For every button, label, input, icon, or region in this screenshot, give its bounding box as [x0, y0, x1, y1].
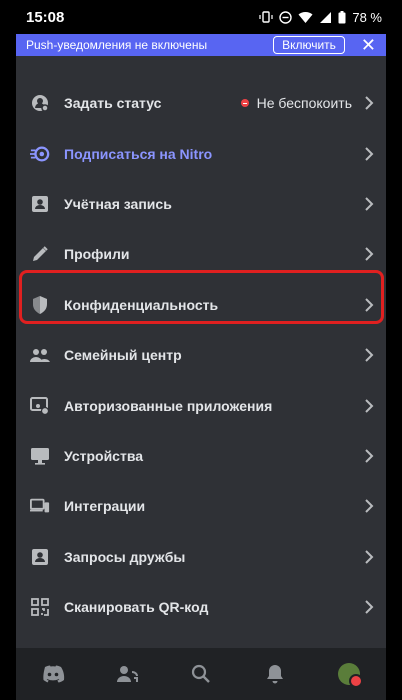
- menu-item-integrations[interactable]: Интеграции: [16, 481, 386, 531]
- tab-profile[interactable]: [329, 654, 369, 694]
- menu-item-label: Запросы дружбы: [64, 548, 186, 565]
- shield-icon: [30, 295, 50, 315]
- settings-screen: Push-уведомления не включены Включить ✕ …: [16, 34, 386, 700]
- chevron-right-icon: [365, 247, 374, 262]
- chevron-right-icon: [365, 96, 374, 110]
- friends-icon: [117, 666, 138, 682]
- menu-item-scan-qr[interactable]: Сканировать QR-код: [16, 582, 386, 632]
- menu-item-label: Сканировать QR-код: [64, 599, 209, 616]
- chevron-right-icon: [365, 549, 374, 564]
- notification-banner: Push-уведомления не включены Включить ✕: [16, 34, 386, 56]
- menu-item-label: Задать статус: [64, 95, 162, 112]
- tab-search[interactable]: [181, 654, 221, 694]
- discord-icon: [43, 665, 65, 683]
- banner-message: Push-уведомления не включены: [26, 38, 208, 52]
- menu-item-family-center[interactable]: Семейный центр: [16, 330, 386, 380]
- close-icon[interactable]: ✕: [361, 36, 376, 54]
- menu-item-label: Интеграции: [64, 498, 146, 515]
- menu-item-nitro[interactable]: Подписаться на Nitro: [16, 128, 386, 178]
- tab-home[interactable]: [33, 654, 73, 694]
- chevron-right-icon: [365, 348, 374, 362]
- status-value: Не беспокоить: [256, 95, 352, 112]
- battery-icon: [338, 10, 346, 23]
- bottom-tab-bar: [16, 648, 386, 700]
- menu-item-label: Устройства: [64, 447, 144, 464]
- status-time: 15:08: [26, 8, 65, 26]
- menu-item-devices[interactable]: Устройства: [16, 431, 386, 481]
- chevron-right-icon: [365, 398, 374, 413]
- tab-notifications[interactable]: [255, 654, 295, 694]
- menu-item-label: Профили: [64, 246, 130, 263]
- search-icon: [191, 664, 210, 683]
- wifi-icon: [298, 11, 313, 23]
- bell-icon: [267, 665, 283, 684]
- menu-item-label: Авторизованные приложения: [64, 397, 273, 414]
- family-icon: [30, 345, 50, 365]
- menu-item-friend-requests[interactable]: Запросы дружбы: [16, 532, 386, 582]
- chevron-right-icon: [365, 600, 374, 614]
- menu-item-account[interactable]: Учётная запись: [16, 179, 386, 229]
- menu-item-label: Конфиденциальность: [64, 296, 219, 313]
- monitor-icon: [30, 446, 50, 466]
- dnd-icon: [240, 99, 249, 108]
- menu-item-label: Учётная запись: [64, 195, 172, 212]
- frame-right: [386, 0, 402, 700]
- chevron-right-icon: [365, 298, 374, 312]
- status-bar: 15:08 78 %: [0, 0, 402, 34]
- signal-icon: [320, 11, 332, 23]
- menu-item-label: Подписаться на Nitro: [64, 145, 213, 162]
- chevron-right-icon: [365, 449, 374, 463]
- chevron-right-icon: [365, 499, 374, 514]
- pencil-icon: [30, 244, 50, 264]
- menu-item-authorized-apps[interactable]: Авторизованные приложения: [16, 380, 386, 430]
- vibrate-icon: [259, 11, 273, 23]
- dnd-status-icon: [279, 10, 293, 24]
- account-icon: [30, 194, 50, 214]
- qr-icon: [30, 597, 50, 617]
- settings-list: Задать статус Не беспокоить Подписаться …: [16, 78, 386, 632]
- chevron-right-icon: [365, 197, 374, 211]
- enable-notifications-button[interactable]: Включить: [273, 36, 345, 54]
- apps-icon: [30, 396, 50, 416]
- chevron-right-icon: [365, 146, 374, 161]
- friend-request-icon: [30, 547, 50, 567]
- status-icon: [30, 93, 50, 113]
- tab-friends[interactable]: [107, 654, 147, 694]
- menu-item-profiles[interactable]: Профили: [16, 229, 386, 279]
- nitro-icon: [30, 144, 50, 164]
- avatar: [338, 663, 363, 688]
- menu-item-status[interactable]: Задать статус Не беспокоить: [16, 78, 386, 128]
- menu-item-label: Семейный центр: [64, 347, 182, 364]
- frame-left: [0, 0, 16, 700]
- menu-item-privacy[interactable]: Конфиденциальность: [16, 280, 386, 330]
- devices-icon: [30, 496, 50, 516]
- battery-level: 78 %: [352, 9, 382, 25]
